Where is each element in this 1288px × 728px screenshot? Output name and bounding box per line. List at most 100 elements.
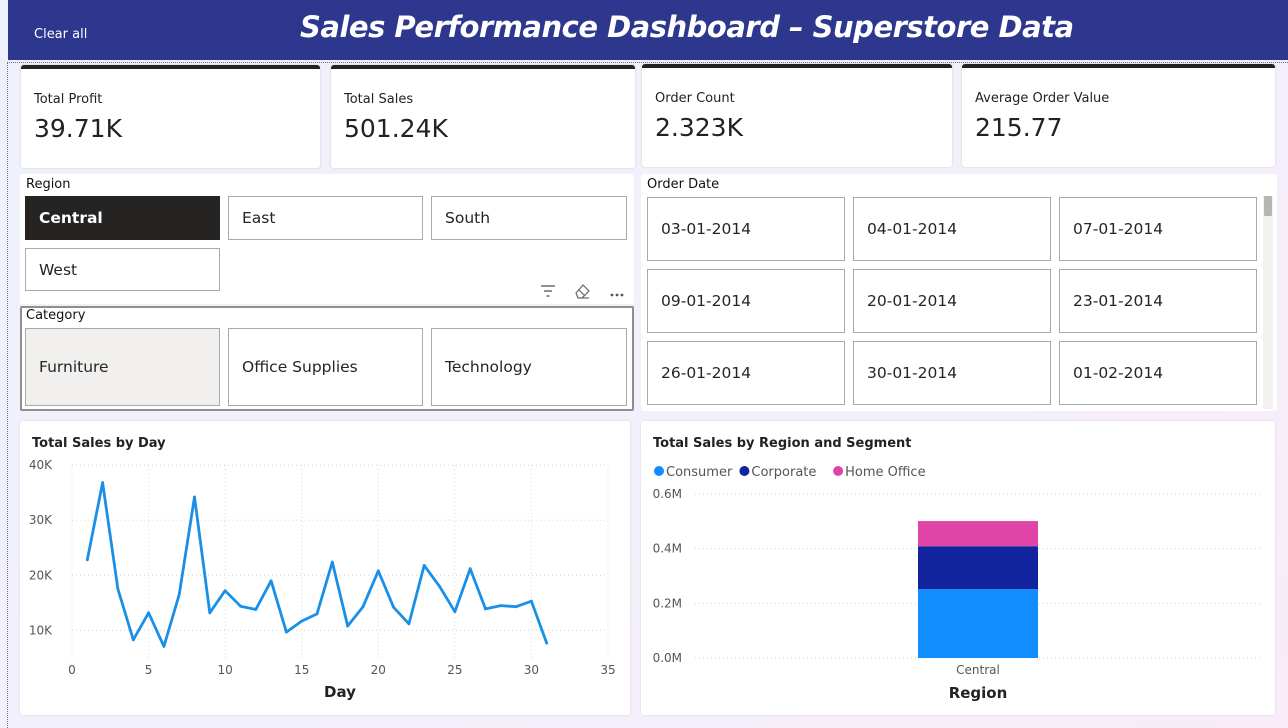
x-tick-label: 20: [371, 663, 386, 677]
data-point: [300, 619, 304, 623]
x-tick-label: 5: [145, 663, 153, 677]
category-tile-furniture[interactable]: Furniture: [25, 328, 220, 406]
y-tick-label: 0.6M: [653, 487, 682, 501]
bar-segment-consumer: [918, 589, 1038, 658]
kpi-label: Total Sales: [344, 92, 414, 107]
data-point: [407, 622, 411, 626]
data-point: [147, 611, 150, 615]
x-tick-label: 10: [218, 663, 233, 677]
date-tile[interactable]: 20-01-2014: [853, 269, 1051, 333]
y-tick-label: 0.4M: [653, 542, 682, 556]
filter-icon[interactable]: [540, 283, 556, 299]
data-point: [131, 638, 135, 642]
date-tile[interactable]: 09-01-2014: [647, 269, 845, 333]
x-tick-label: 35: [600, 663, 615, 677]
data-point: [85, 558, 89, 562]
eraser-icon[interactable]: [573, 282, 591, 300]
legend-label: Home Office: [845, 465, 925, 480]
region-slicer-title: Region: [26, 177, 71, 192]
data-point: [177, 593, 181, 596]
region-tile-central[interactable]: Central: [25, 196, 220, 240]
line-chart: 10K 20K 30K 40K 0 5 10 15 20 25 30 35 Day: [29, 458, 616, 701]
data-point: [514, 605, 518, 609]
data-point: [269, 579, 273, 583]
data-point: [223, 589, 227, 593]
x-tick-label: 25: [447, 663, 462, 677]
data-point: [453, 610, 457, 614]
kpi-value: 2.323K: [655, 113, 743, 142]
canvas-border-left: [7, 62, 8, 728]
region-tile-south[interactable]: South: [431, 196, 627, 240]
page-title: Sales Performance Dashboard – Superstore…: [300, 10, 1074, 44]
category-tile-technology[interactable]: Technology: [431, 328, 627, 406]
date-tile[interactable]: 04-01-2014: [853, 197, 1051, 261]
x-tick-label: Central: [956, 663, 1000, 677]
date-tile[interactable]: 03-01-2014: [647, 197, 845, 261]
bar-segment-corporate: [918, 546, 1038, 590]
kpi-label: Total Profit: [34, 92, 103, 107]
data-point: [438, 584, 441, 588]
data-point: [422, 563, 426, 567]
category-slicer-title: Category: [26, 308, 86, 323]
x-axis-title: Day: [324, 683, 356, 701]
x-axis-title: Region: [949, 684, 1008, 702]
kpi-card-order-count: Order Count 2.323K: [642, 64, 952, 167]
kpi-card-total-sales: Total Sales 501.24K: [331, 65, 635, 168]
data-point: [101, 481, 105, 485]
order-date-slicer-title: Order Date: [647, 177, 720, 192]
data-point: [484, 607, 487, 611]
data-point: [193, 495, 196, 499]
data-point: [162, 645, 166, 648]
date-tile[interactable]: 01-02-2014: [1059, 341, 1257, 405]
x-tick-label: 0: [68, 663, 76, 677]
data-point: [361, 605, 365, 609]
region-tile-west[interactable]: West: [25, 248, 220, 291]
data-point: [315, 612, 319, 616]
clear-all-button[interactable]: Clear all: [34, 27, 87, 42]
data-point: [530, 599, 533, 603]
date-tile[interactable]: 23-01-2014: [1059, 269, 1257, 333]
kpi-label: Order Count: [655, 91, 735, 106]
legend-marker: [739, 466, 750, 476]
kpi-card-average-order-value: Average Order Value 215.77: [962, 64, 1275, 167]
category-tile-office-supplies[interactable]: Office Supplies: [228, 328, 423, 406]
data-point: [116, 587, 120, 591]
region-tile-east[interactable]: East: [228, 196, 423, 240]
data-point: [254, 608, 258, 611]
data-point: [499, 604, 503, 608]
legend-marker: [833, 466, 844, 476]
x-tick-label: 15: [294, 663, 309, 677]
date-tile[interactable]: 30-01-2014: [853, 341, 1051, 405]
data-point: [239, 604, 242, 608]
date-slicer-scrollbar[interactable]: [1263, 196, 1273, 409]
canvas-border-top: [7, 62, 1288, 63]
stacked-bar-chart: Consumer Corporate Home Office 0.0M 0.2M 0.4M…: [653, 465, 1261, 702]
y-tick-label: 20K: [29, 568, 53, 582]
kpi-label: Average Order Value: [975, 91, 1110, 106]
data-point: [208, 611, 212, 615]
legend-label: Consumer: [666, 465, 733, 480]
y-tick-label: 0.0M: [653, 651, 682, 665]
x-tick-label: 30: [524, 663, 539, 677]
y-tick-label: 40K: [29, 458, 53, 472]
legend-label: Corporate: [751, 465, 816, 480]
sales-line: [85, 481, 549, 648]
date-tile[interactable]: 26-01-2014: [647, 341, 845, 405]
kpi-card-total-profit: Total Profit 39.71K: [21, 65, 320, 168]
kpi-value: 501.24K: [344, 114, 448, 143]
y-tick-label: 30K: [29, 513, 53, 527]
y-tick-label: 10K: [29, 623, 53, 637]
date-tile[interactable]: 07-01-2014: [1059, 197, 1257, 261]
data-point: [330, 560, 334, 564]
data-point: [376, 569, 380, 573]
y-tick-label: 0.2M: [653, 596, 682, 610]
data-point: [468, 567, 472, 571]
data-point: [346, 624, 350, 628]
bar-segment-home-office: [918, 521, 1038, 547]
kpi-value: 215.77: [975, 113, 1063, 142]
date-slicer-scrollbar-thumb[interactable]: [1264, 196, 1272, 216]
data-point: [545, 641, 549, 645]
kpi-value: 39.71K: [34, 114, 122, 143]
more-options-icon[interactable]: [609, 285, 625, 297]
data-point: [392, 605, 395, 609]
